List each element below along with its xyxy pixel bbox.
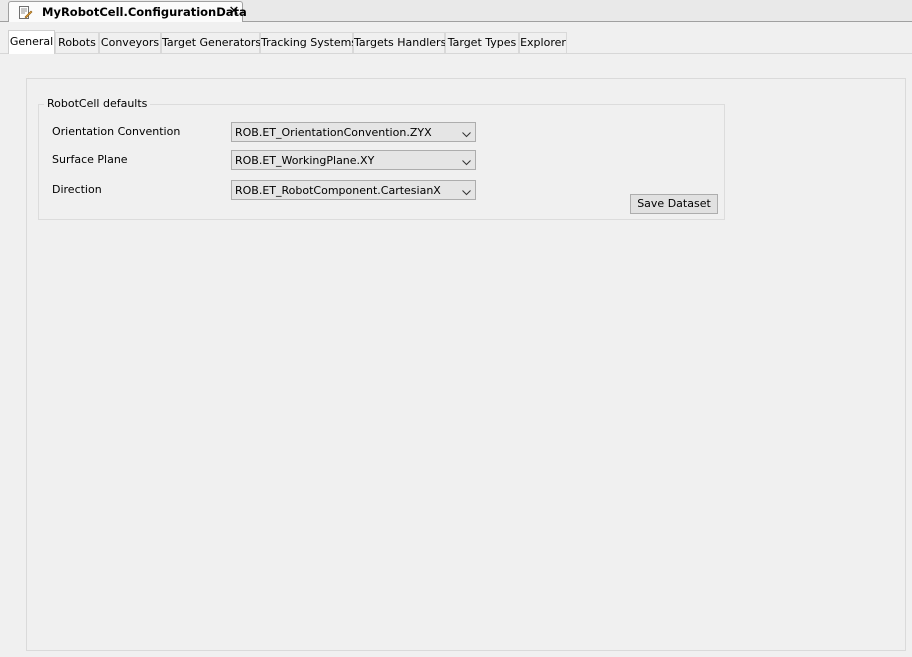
group-title: RobotCell defaults <box>44 97 151 110</box>
document-tab-strip: MyRobotCell.ConfigurationData ✕ <box>0 0 912 22</box>
tab-robots[interactable]: Robots <box>55 32 99 53</box>
chevron-down-icon <box>462 156 471 166</box>
tab-targets-handlers[interactable]: Targets Handlers <box>353 32 446 53</box>
configuration-document-icon <box>19 6 33 19</box>
close-icon[interactable]: ✕ <box>227 4 241 19</box>
surface-plane-value: ROB.ET_WorkingPlane.XY <box>235 154 375 167</box>
orientation-convention-value: ROB.ET_OrientationConvention.ZYX <box>235 126 432 139</box>
tab-conveyors[interactable]: Conveyors <box>99 32 161 53</box>
surface-plane-label: Surface Plane <box>52 153 128 166</box>
chevron-down-icon <box>462 186 471 196</box>
document-tab[interactable]: MyRobotCell.ConfigurationData ✕ <box>8 1 247 22</box>
tab-general[interactable]: General <box>8 30 55 54</box>
save-dataset-button[interactable]: Save Dataset <box>630 194 718 214</box>
surface-plane-dropdown[interactable]: ROB.ET_WorkingPlane.XY <box>231 150 476 170</box>
document-title: MyRobotCell.ConfigurationData <box>42 5 247 19</box>
orientation-convention-dropdown[interactable]: ROB.ET_OrientationConvention.ZYX <box>231 122 476 142</box>
chevron-down-icon <box>462 128 471 138</box>
direction-value: ROB.ET_RobotComponent.CartesianX <box>235 184 441 197</box>
orientation-convention-label: Orientation Convention <box>52 125 181 138</box>
tab-tracking-systems[interactable]: Tracking Systems <box>260 32 357 53</box>
tab-explorer[interactable]: Explorer <box>519 32 567 53</box>
direction-dropdown[interactable]: ROB.ET_RobotComponent.CartesianX <box>231 180 476 200</box>
tab-target-types[interactable]: Target Types <box>445 32 519 53</box>
tab-bar: General Robots Conveyors Target Generato… <box>0 30 912 54</box>
tab-target-generators[interactable]: Target Generators <box>161 32 261 53</box>
direction-label: Direction <box>52 183 102 196</box>
